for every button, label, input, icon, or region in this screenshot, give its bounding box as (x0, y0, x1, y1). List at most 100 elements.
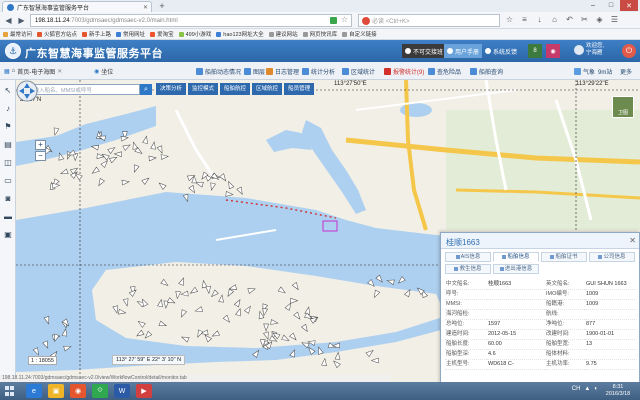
extension-icon[interactable]: ◈ (595, 15, 604, 25)
bookmark-item[interactable]: 新手上路 (82, 30, 111, 38)
home-icon[interactable]: ⌂ (550, 15, 559, 25)
bookmark-item[interactable]: 火狐官方站点 (37, 30, 77, 38)
feedback-button[interactable]: 系统反馈 (482, 44, 520, 58)
panel-tab[interactable]: 进出港信息 (493, 264, 539, 274)
panel-tab[interactable]: 救生信息 (445, 264, 491, 274)
ship-search-icon[interactable]: ⌕ (140, 84, 152, 95)
menu-item-label: 区域统计 (351, 69, 376, 76)
menu-icon[interactable]: ☰ (610, 15, 619, 25)
taskbar-app-icon[interactable]: e (26, 384, 42, 398)
screenshot-icon[interactable]: ✂ (580, 15, 589, 25)
vessel-name: 桂顺1663 (446, 238, 480, 247)
tab-home-label: 首页-电子海图 (17, 69, 56, 76)
reading-list-icon[interactable]: ≡ (520, 15, 529, 25)
menu-item[interactable]: 图层 (244, 65, 265, 77)
panel-tab-label: 公司信息 (603, 254, 626, 260)
more-button[interactable]: 更多 (620, 65, 632, 77)
menu-item[interactable]: 查危险品 (428, 65, 461, 77)
taskbar-app-icon[interactable]: ▶ (136, 384, 152, 398)
field-label: 船体材料: (545, 349, 585, 360)
taskbar-app-icon[interactable]: ◉ (70, 384, 86, 398)
new-tab-button[interactable]: + (156, 2, 168, 11)
alerts-bell-icon[interactable]: ◉ (546, 44, 560, 58)
menu-item[interactable]: 报警统计(9) (384, 65, 424, 77)
more-label: 更多 (620, 69, 633, 76)
zoom-in-button[interactable]: + (35, 140, 46, 150)
menu-item[interactable]: 日志管理 (266, 65, 299, 77)
print-icon[interactable]: ▣ (3, 230, 13, 240)
url-input[interactable]: 198.18.11.24:7003/gdmsaec/gdmsaec-v2.0/m… (30, 14, 352, 27)
browser-search-input[interactable]: 必读 <Ctrl+K> (358, 14, 500, 27)
tab-home[interactable]: ▦ ⌂ 首页-电子海图 ✕ (4, 65, 62, 77)
panel-tab[interactable]: 公司信息 (589, 252, 635, 262)
bookmark-item[interactable]: 常用网址 (116, 30, 145, 38)
zoom-out-button[interactable]: − (35, 151, 46, 161)
user-manual-button[interactable]: 用户手册 (444, 44, 483, 58)
layers-icon[interactable]: ◫ (3, 158, 13, 168)
station-button[interactable]: 9m站 (598, 65, 612, 77)
left-sidebar: ↖ ♪ ⚑ ▤ ◫ ▭ ◙ ▬ ▣ (0, 80, 16, 385)
download-icon[interactable]: ↓ (535, 15, 544, 25)
panel-close-icon[interactable]: ✕ (629, 236, 636, 245)
panel-tab[interactable]: 船舶信息 (493, 252, 539, 262)
tab-home-close-icon[interactable]: ✕ (57, 68, 62, 75)
taskbar-app-icon[interactable]: ⟐ (92, 384, 108, 398)
panel-tab[interactable]: 船舶证书 (541, 252, 587, 262)
weather-button[interactable]: 气象 (574, 65, 595, 77)
bookmarks-icon[interactable]: ☆ (505, 15, 514, 25)
alarm-bell-icon[interactable]: ♪ (3, 104, 13, 114)
measure-icon[interactable]: ↖ (3, 86, 13, 96)
bookmark-item[interactable]: 爱淘宝 (150, 30, 174, 38)
satellite-toggle[interactable]: 卫图 (612, 96, 634, 118)
handover-button[interactable]: 不可交接班 (402, 44, 447, 58)
bookmark-item[interactable]: 最常访问 (3, 30, 32, 38)
messages-badge[interactable]: 8 (528, 44, 542, 58)
field-label: 航线: (545, 309, 585, 320)
field-label: 呼号: (445, 289, 487, 300)
taskbar-app-icon[interactable]: W (114, 384, 130, 398)
camera-icon[interactable]: ◙ (3, 194, 13, 204)
menu-item[interactable]: 区域统计 (342, 65, 375, 77)
bookmark-item[interactable]: 499小游戏 (178, 30, 211, 38)
language-indicator[interactable]: CH (572, 386, 581, 392)
clock[interactable]: 8:31 2016/3/18 (600, 384, 636, 398)
start-button[interactable] (2, 384, 18, 398)
user-info[interactable]: 欢迎您, 宁海雁 (574, 43, 618, 59)
map-mode-button[interactable]: 船员管理 (284, 83, 315, 95)
taskbar-app-icon[interactable]: ▣ (48, 384, 64, 398)
bookmark-item[interactable]: hao123网址大全 (216, 30, 264, 38)
menu-item[interactable]: 船舶动态情况 (196, 65, 241, 77)
minimize-button[interactable]: – (584, 0, 602, 11)
browser-tab[interactable]: 广东智慧海事监管服务平台 ✕ (2, 1, 152, 12)
ship-search-input[interactable]: 请输入船名、MMSI或呼号 (24, 84, 140, 95)
bookmark-item[interactable]: 建议网站 (268, 30, 298, 38)
maximize-button[interactable]: □ (602, 0, 620, 11)
map-mode-button[interactable]: 监控模式 (188, 83, 219, 95)
undo-icon[interactable]: ↶ (565, 15, 574, 25)
back-icon[interactable]: ◀ (3, 15, 14, 26)
menu-item[interactable]: 统计分析 (302, 65, 335, 77)
map-mode-button[interactable]: 区域航控 (252, 83, 283, 95)
menu-item[interactable]: 船舶查询 (470, 65, 503, 77)
folder-icon[interactable]: ▭ (3, 176, 13, 186)
pan-control-icon[interactable] (16, 80, 38, 102)
forward-icon[interactable]: ▶ (16, 15, 27, 26)
tray-volume-icon[interactable]: ◐ (594, 386, 598, 392)
monitor-icon[interactable]: ▬ (3, 212, 13, 222)
map-mode-button[interactable]: 船舶航控 (220, 83, 251, 95)
bookmark-label: 火狐官方站点 (44, 32, 78, 38)
home-icon: ⌂ (11, 68, 16, 74)
tray-network-icon[interactable]: ▲ (584, 386, 590, 392)
window-close-button[interactable]: ✕ (620, 0, 638, 11)
flag-icon[interactable]: ⚑ (3, 122, 13, 132)
image-icon[interactable]: ▤ (3, 140, 13, 150)
tab-close-icon[interactable]: ✕ (143, 4, 148, 11)
bookmark-item[interactable]: 网页快讯库 (302, 30, 337, 38)
app-title: 广东智慧海事监管服务平台 (25, 48, 163, 60)
logout-icon[interactable]: ⏻ (622, 44, 636, 58)
tab-position[interactable]: ◉ 坐位 (94, 65, 113, 77)
bookmark-item[interactable]: 自定义链接 (342, 30, 377, 38)
map-mode-button[interactable]: 决策分析 (156, 83, 187, 95)
bookmark-star-icon[interactable]: ☆ (341, 15, 348, 24)
panel-tab[interactable]: AIS信息 (445, 252, 491, 262)
